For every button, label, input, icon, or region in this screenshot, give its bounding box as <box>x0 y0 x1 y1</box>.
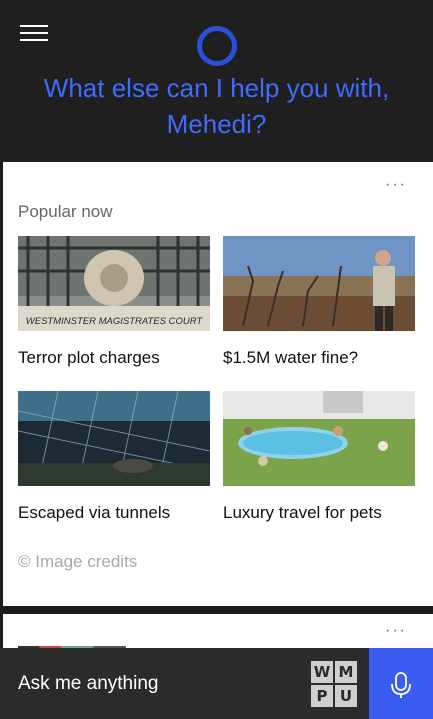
more-icon[interactable]: ··· <box>385 622 407 640</box>
cortana-header: What else can I help you with, Mehedi? <box>0 0 433 162</box>
menu-icon[interactable] <box>20 25 48 43</box>
news-caption: Escaped via tunnels <box>18 503 171 522</box>
news-thumbnail <box>18 391 210 486</box>
news-caption: Luxury travel for pets <box>223 503 382 522</box>
more-icon[interactable]: ··· <box>385 176 407 194</box>
microphone-button[interactable] <box>369 648 433 719</box>
news-caption: $1.5M water fine? <box>223 348 359 367</box>
search-input[interactable]: Ask me anything <box>18 673 158 695</box>
popular-now-card: ··· Popular now WESTMINSTER MAGISTRATES … <box>3 162 433 606</box>
cortana-icon <box>197 26 237 66</box>
section-title: Popular now <box>18 202 113 221</box>
greeting-text: What else can I help you with, Mehedi? <box>43 73 390 139</box>
news-thumbnail <box>223 391 415 486</box>
news-tile[interactable]: Escaped via tunnels <box>18 391 210 523</box>
news-tile[interactable]: $1.5M water fine? <box>223 236 415 368</box>
news-tile[interactable]: WESTMINSTER MAGISTRATES COURT Terror plo… <box>18 236 210 368</box>
image-credits-link[interactable]: © Image credits <box>18 552 137 572</box>
image-caption-text: WESTMINSTER MAGISTRATES COURT <box>25 316 203 327</box>
card-divider <box>0 606 433 614</box>
news-thumbnail: WESTMINSTER MAGISTRATES COURT <box>18 236 210 331</box>
news-tile[interactable]: Luxury travel for pets <box>223 391 415 523</box>
news-caption: Terror plot charges <box>18 348 160 367</box>
news-thumbnail <box>223 236 415 331</box>
microphone-icon <box>391 672 411 698</box>
watermark-logo: W M P U <box>311 661 357 707</box>
